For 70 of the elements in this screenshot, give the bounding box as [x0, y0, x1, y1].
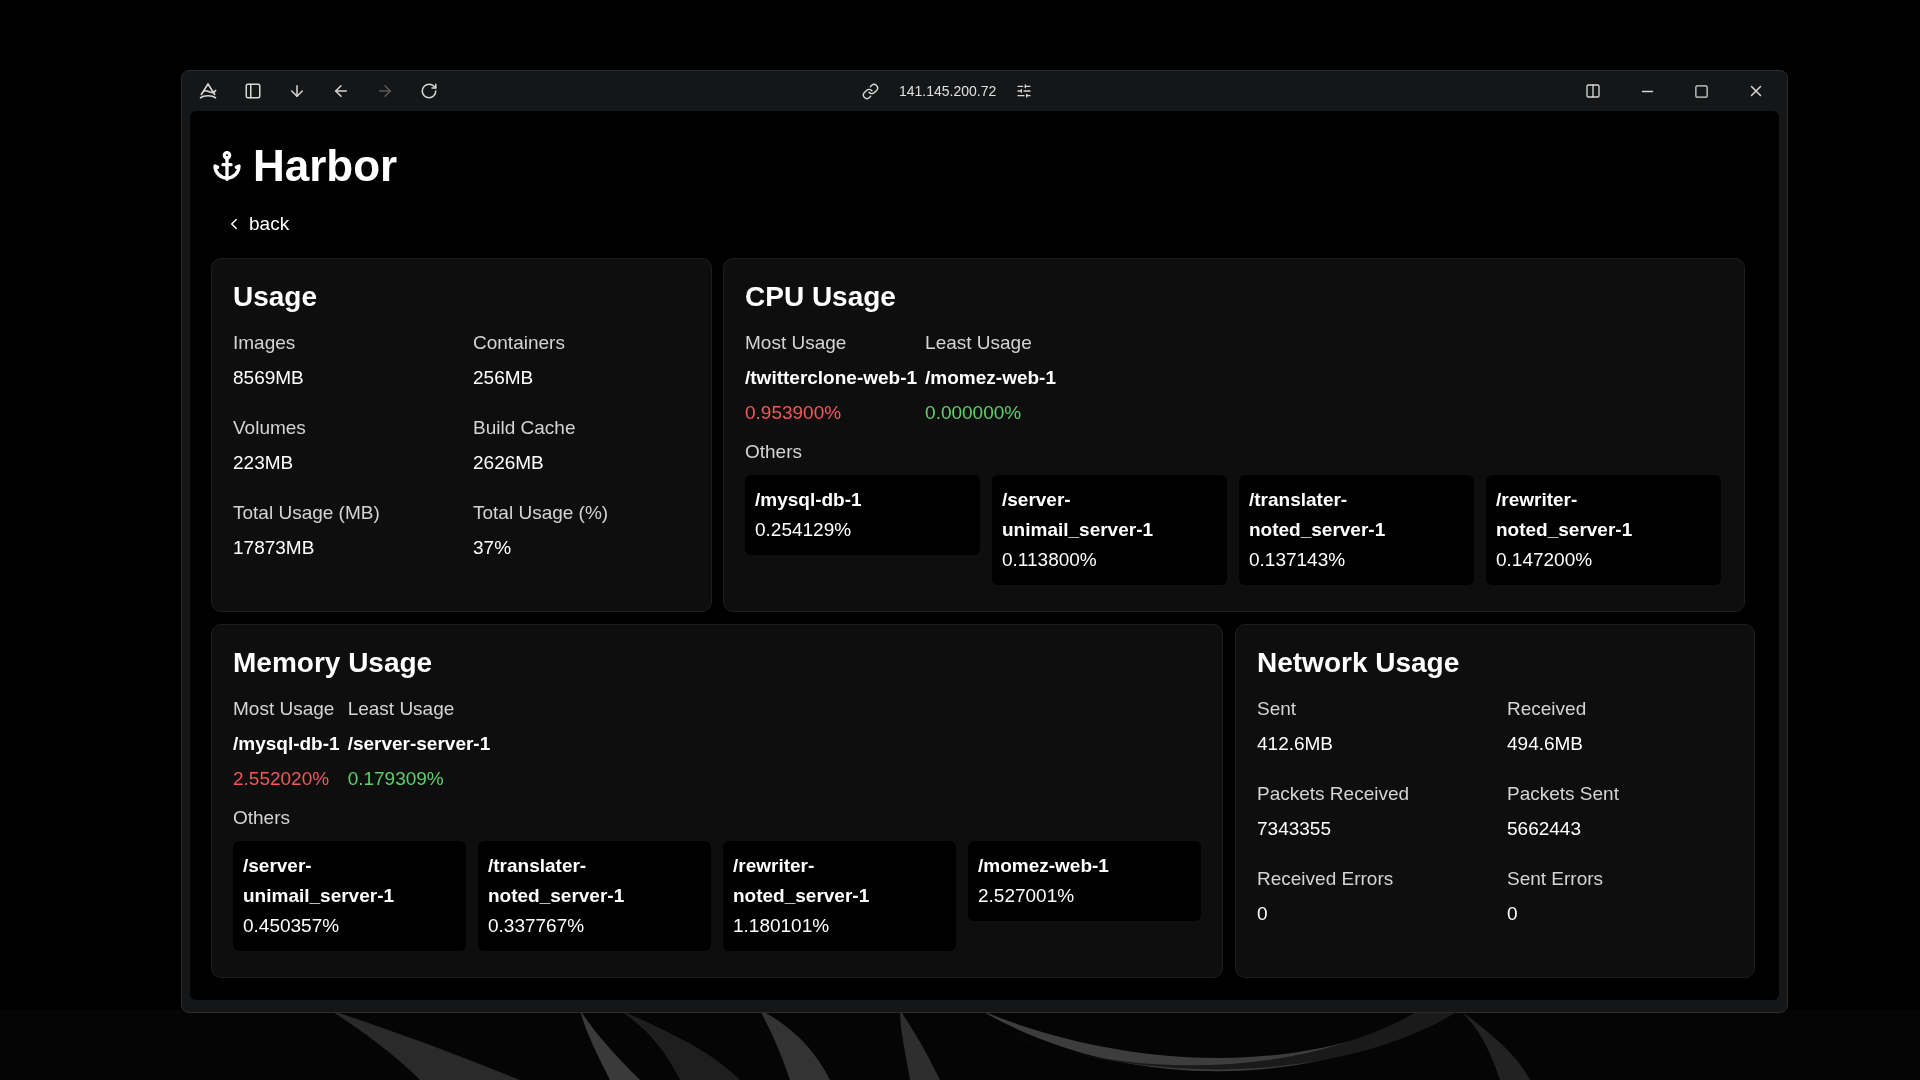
stat-value: 494.6MB [1507, 732, 1584, 756]
settings-icon[interactable] [1016, 83, 1033, 99]
stat-label: Received [1507, 697, 1587, 721]
link-icon[interactable] [862, 82, 879, 100]
reload-icon[interactable] [420, 82, 438, 100]
stat-value: 17873MB [233, 536, 315, 560]
stat-label: Build Cache [473, 416, 576, 440]
app-title: Harbor [253, 141, 398, 191]
stat-value: 7343355 [1257, 817, 1331, 841]
download-icon[interactable] [288, 82, 306, 100]
back-link[interactable]: back [225, 211, 290, 237]
usage-label: Least Usage [347, 697, 455, 721]
maximize-icon[interactable] [1694, 83, 1709, 99]
stat-value: 223MB [233, 451, 294, 475]
usage-percent: 0.137143% [1249, 548, 1346, 572]
usage-percent: 0.953900% [745, 401, 842, 425]
stat-label: Packets Received [1257, 782, 1410, 806]
stat-label: Containers [473, 331, 565, 355]
sidebar-icon[interactable] [244, 82, 262, 100]
container-name: /momez-web-1 [978, 854, 1109, 878]
stat-label: Volumes [233, 416, 306, 440]
stat-value: 8569MB [233, 366, 304, 390]
usage-label: Least Usage [925, 331, 1032, 355]
container-name: /rewriter-noted_server-1 [1496, 488, 1634, 542]
usage-percent: 2.527001% [978, 884, 1075, 908]
usage-percent: 0.113800% [1002, 548, 1097, 572]
stat-label: Total Usage (%) [473, 501, 609, 525]
stat-value: 5662443 [1507, 817, 1581, 841]
stat-label: Images [233, 331, 296, 355]
usage-percent: 0.000000% [925, 401, 1022, 425]
usage-percent: 0.337767% [488, 914, 585, 938]
card-title: CPU Usage [745, 280, 896, 314]
others-label: Others [233, 806, 291, 830]
card-title: Usage [233, 280, 318, 314]
container-name: /translater-noted_server-1 [488, 854, 626, 908]
usage-percent: 1.180101% [733, 914, 830, 938]
usage-percent: 0.147200% [1496, 548, 1593, 572]
container-name: /server-unimail_server-1 [1002, 488, 1155, 542]
anchor-icon [211, 150, 243, 182]
stat-value: 0 [1507, 902, 1518, 926]
split-view-icon[interactable] [1585, 83, 1601, 99]
usage-label: Most Usage [233, 697, 335, 721]
container-name: /translater-noted_server-1 [1249, 488, 1387, 542]
stat-label: Sent Errors [1507, 867, 1604, 891]
stat-value: 256MB [473, 366, 534, 390]
container-name: /momez-web-1 [925, 366, 1056, 390]
usage-percent: 0.179309% [347, 767, 444, 791]
container-name: /server-server-1 [347, 732, 491, 756]
stat-value: 37% [473, 536, 512, 560]
browser-logo-icon[interactable] [198, 81, 218, 101]
stat-label: Packets Sent [1507, 782, 1619, 806]
stat-value: 0 [1257, 902, 1268, 926]
usage-label: Most Usage [745, 331, 847, 355]
container-name: /mysql-db-1 [233, 732, 340, 756]
card-title: Memory Usage [233, 646, 433, 680]
usage-percent: 0.450357% [243, 914, 340, 938]
card-title: Network Usage [1257, 646, 1460, 680]
stat-value: 412.6MB [1257, 732, 1334, 756]
container-name: /mysql-db-1 [755, 488, 862, 512]
container-name: /server-unimail_server-1 [243, 854, 396, 908]
usage-percent: 2.552020% [233, 767, 330, 791]
stat-label: Received Errors [1257, 867, 1394, 891]
usage-percent: 0.254129% [755, 518, 852, 542]
container-name: /twitterclone-web-1 [745, 366, 918, 390]
others-label: Others [745, 440, 803, 464]
container-name: /rewriter-noted_server-1 [733, 854, 871, 908]
stat-label: Sent [1257, 697, 1297, 721]
address-text[interactable]: 141.145.200.72 [899, 80, 997, 102]
stat-label: Total Usage (MB) [233, 501, 380, 525]
stat-value: 2626MB [473, 451, 544, 475]
